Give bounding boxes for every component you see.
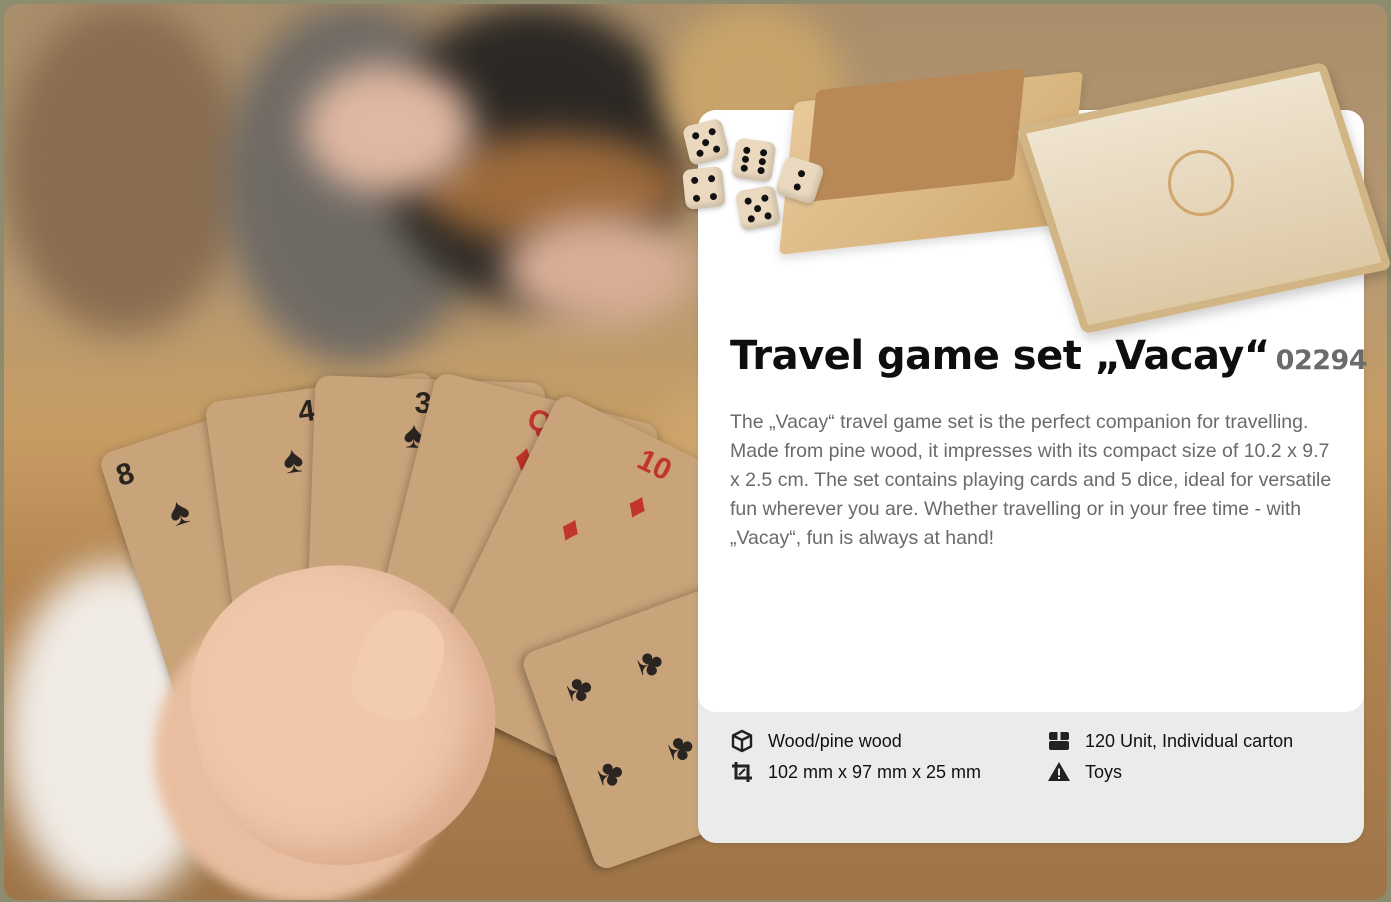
spec-category: Toys [1047,760,1122,784]
card-deck-in-tray-image [804,67,1026,203]
club-pip-icon: ♣ [556,670,605,709]
product-description: The „Vacay“ travel game set is the perfe… [730,411,1332,549]
diamond-pip-icon: ♦ [552,506,589,553]
spec-dimensions-text: 102 mm x 97 mm x 25 mm [768,761,982,782]
product-code: 02294 [1275,345,1368,376]
background-hand-top [304,64,474,194]
card-rank: 10 [632,443,677,488]
product-info-card: Travel game set „Vacay“ 02294 The „Vacay“… [681,61,1391,843]
dice-icon [682,166,726,210]
dice-icon [734,184,782,232]
card-rank: 8 [112,456,139,493]
dice-icon [731,137,777,183]
cube-icon [731,729,753,753]
product-title-text: Travel game set „Vacay“ [730,333,1270,379]
background-hand-lower [504,214,694,324]
spec-dimensions: 102 mm x 97 mm x 25 mm [730,760,981,784]
club-pip-icon: ♣ [627,644,676,683]
background-wall [4,4,244,334]
spec-material-text: Wood/pine wood [768,730,902,751]
spec-material: Wood/pine wood [730,729,902,753]
product-title: Travel game set „Vacay“ 02294 [730,332,1368,385]
club-pip-icon: ♣ [587,755,636,793]
crop-dimensions-icon [732,762,752,782]
lion-engraving-icon [1168,150,1234,216]
spec-packaging-text: 120 Unit, Individual carton [1085,730,1294,751]
carton-icon [1049,732,1069,750]
spade-pip-icon: ♠ [163,489,196,536]
warning-triangle-icon [1048,762,1070,781]
spec-category-text: Toys [1085,761,1123,782]
spade-pip-icon: ♠ [280,438,307,483]
spec-packaging: 120 Unit, Individual carton [1047,729,1293,753]
diamond-pip-icon: ♦ [619,483,656,530]
